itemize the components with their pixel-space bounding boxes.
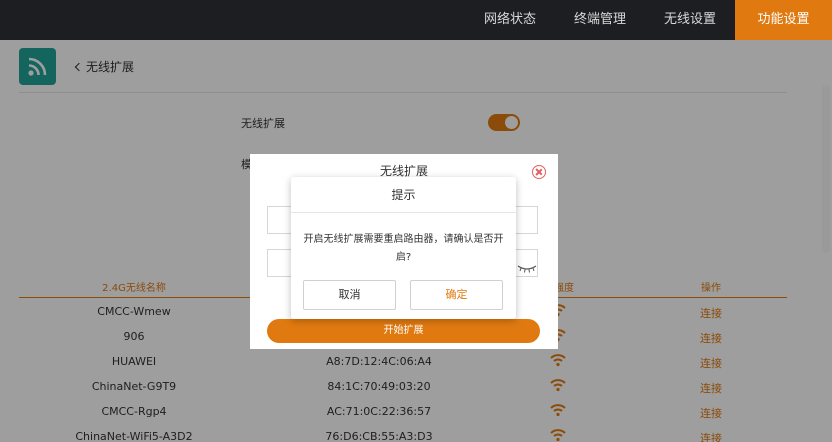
eye-closed-icon[interactable] bbox=[516, 262, 538, 274]
prompt-message: 开启无线扩展需要重启路由器，请确认是否开启? bbox=[303, 234, 504, 263]
page-scrollbar[interactable] bbox=[822, 85, 830, 253]
confirm-prompt: 提示 开启无线扩展需要重启路由器，请确认是否开启? 取消 确定 bbox=[291, 177, 516, 319]
close-icon[interactable] bbox=[532, 165, 546, 179]
prompt-title: 提示 bbox=[291, 177, 516, 213]
start-extension-button[interactable]: 开始扩展 bbox=[267, 319, 540, 343]
nav-wireless-settings[interactable]: 无线设置 bbox=[648, 0, 732, 40]
cancel-button[interactable]: 取消 bbox=[303, 280, 396, 310]
nav-network-status[interactable]: 网络状态 bbox=[470, 0, 550, 40]
top-nav: 网络状态 终端管理 无线设置 功能设置 bbox=[0, 0, 832, 40]
confirm-button[interactable]: 确定 bbox=[410, 280, 503, 310]
nav-function-settings[interactable]: 功能设置 bbox=[735, 0, 832, 40]
nav-terminal-management[interactable]: 终端管理 bbox=[558, 0, 642, 40]
